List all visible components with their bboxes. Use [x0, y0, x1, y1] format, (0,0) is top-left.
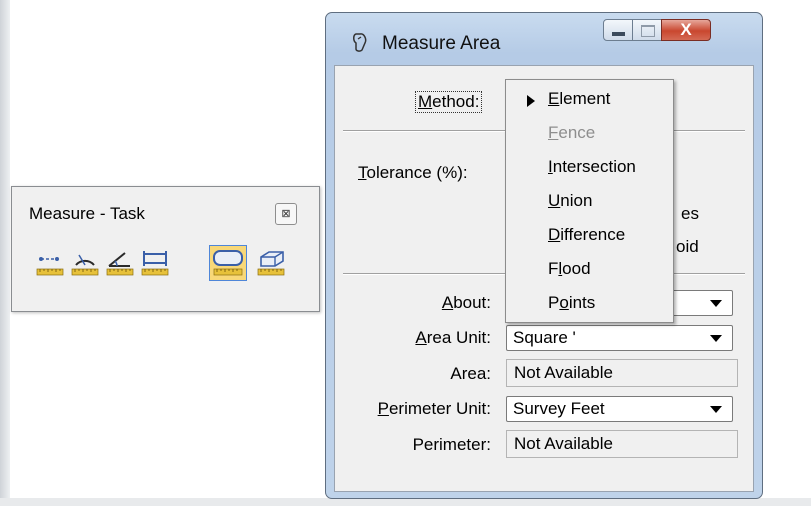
about-label: About: — [441, 293, 491, 312]
measure-length-icon[interactable] — [139, 245, 171, 281]
menu-item-element[interactable]: Element — [548, 89, 610, 109]
partial-option-text: oid — [676, 237, 699, 256]
measure-area-icon[interactable] — [209, 245, 247, 281]
task-toolbar-title: Measure - Task — [29, 204, 145, 223]
area-label: Area: — [450, 364, 491, 383]
close-button[interactable]: X — [661, 19, 711, 41]
area-unit-value: Square ' — [513, 328, 576, 347]
perimeter-unit-value: Survey Feet — [513, 399, 605, 418]
selected-bullet-icon — [527, 95, 535, 107]
area-unit-label: Area Unit: — [415, 328, 491, 347]
measure-volume-icon[interactable] — [255, 245, 287, 281]
area-unit-dropdown[interactable]: Square ' — [506, 325, 733, 351]
close-icon[interactable]: ⊠ — [275, 203, 297, 225]
menu-item-flood[interactable]: Flood — [548, 259, 591, 279]
menu-item-points[interactable]: Points — [548, 293, 595, 313]
minimize-icon — [612, 32, 625, 36]
minimize-button[interactable] — [603, 19, 633, 41]
measure-distance-icon[interactable] — [34, 245, 66, 281]
maximize-button[interactable] — [632, 19, 662, 41]
menu-item-fence: Fence — [548, 123, 596, 142]
menu-item-difference[interactable]: Difference — [548, 225, 625, 245]
perimeter-unit-dropdown[interactable]: Survey Feet — [506, 396, 733, 422]
perimeter-unit-label: Perimeter Unit: — [377, 399, 491, 418]
background-window-edge — [0, 0, 10, 506]
menu-item-union[interactable]: Union — [548, 191, 592, 211]
perimeter-value-field: Not Available — [506, 430, 738, 458]
measure-angle-icon[interactable] — [104, 245, 136, 281]
chevron-down-icon — [710, 335, 722, 342]
tolerance-label: Tolerance (%): — [358, 163, 468, 182]
background-window-bottom — [0, 498, 811, 506]
menu-item-intersection[interactable]: Intersection — [548, 157, 636, 177]
maximize-icon — [641, 25, 655, 37]
perimeter-label: Perimeter: — [412, 435, 491, 454]
dialog-title: Measure Area — [382, 33, 501, 54]
partial-option-text: es — [681, 204, 699, 223]
close-icon: X — [680, 20, 692, 39]
chevron-down-icon — [710, 300, 722, 307]
chevron-down-icon — [710, 406, 722, 413]
measure-radius-icon[interactable] — [69, 245, 101, 281]
area-value-field: Not Available — [506, 359, 738, 387]
method-dropdown-menu: Element Fence Intersection Union Differe… — [505, 79, 674, 323]
measure-area-app-icon — [350, 31, 370, 53]
method-label[interactable]: Method: — [415, 91, 483, 113]
measure-task-toolbar: Measure - Task ⊠ — [11, 186, 320, 312]
